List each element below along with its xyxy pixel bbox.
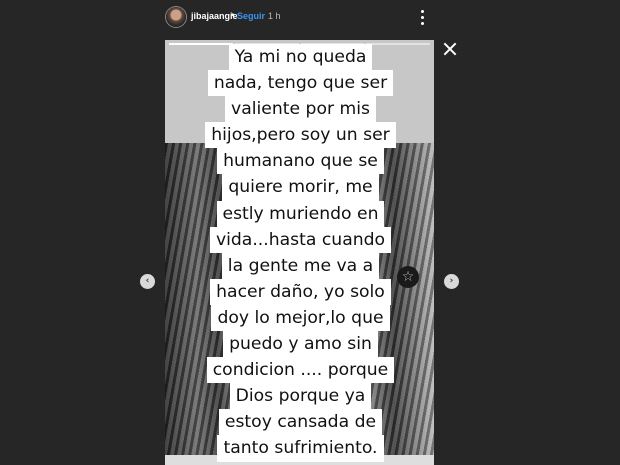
story-text-line: hacer daño, yo solo [210,278,391,305]
avatar[interactable] [166,7,186,27]
story-text-line: Dios porque ya [229,383,372,410]
close-icon[interactable] [441,40,459,58]
chevron-right-icon[interactable]: › [444,274,459,289]
post-time: 1 h [268,11,281,21]
follow-button[interactable]: Seguir [237,11,265,21]
story-text-line: nada, tengo que ser [207,70,394,97]
story-text-line: hijos,pero soy un ser [205,122,396,149]
story-text-line: humanano que se [217,148,384,175]
story-text-line: valiente por mis [225,96,376,123]
separator-dot: • [230,11,236,21]
story-text-line: estoy cansada de [218,409,383,436]
chevron-left-icon[interactable]: ‹ [140,274,155,289]
story-text-line: la gente me va a [221,252,380,279]
story-header: jibajaangie • Seguir 1 h [0,0,620,36]
more-options-icon[interactable] [414,6,432,28]
story-text-line: quiere morir, me [222,174,379,201]
story-text-overlay: Ya mi no queda nada, tengo que ser valient… [198,44,403,462]
story-text-line: puedo y amo sin [223,331,378,358]
story-text-line: condicion .... porque [206,357,395,384]
story-text-line: vida...hasta cuando [209,226,392,253]
story-text-line: estly muriendo en [216,200,385,227]
story-text-line: doy lo mejor,lo que [211,304,390,332]
story-text-line: Ya mi no queda [228,44,373,71]
story-text-line: tanto sufrimiento. [217,435,384,462]
